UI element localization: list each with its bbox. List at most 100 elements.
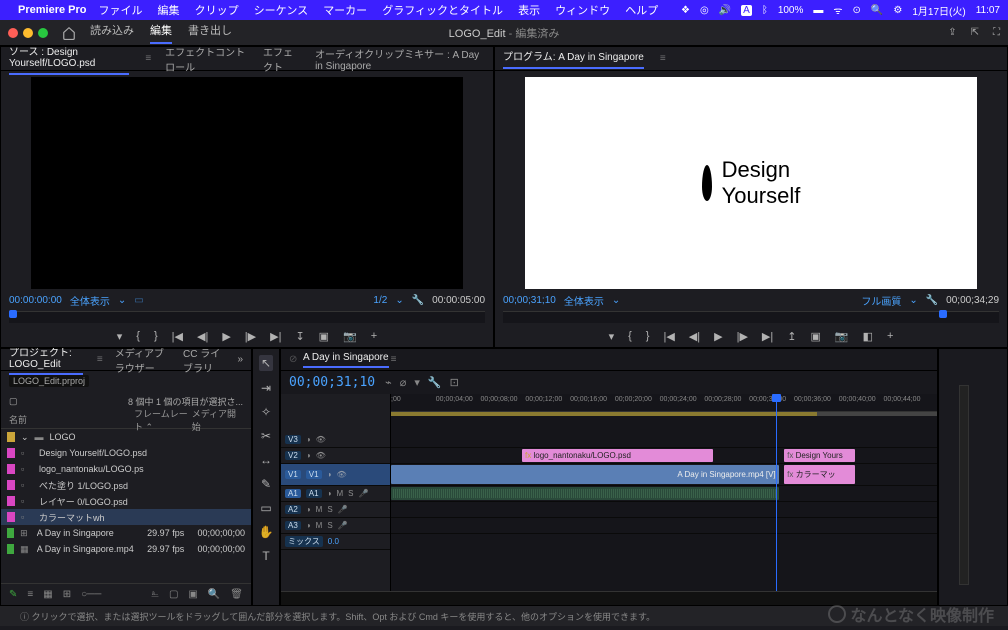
chevron-down-icon[interactable]: ⌄ [118,295,126,306]
playhead[interactable] [776,394,777,591]
pen-icon[interactable]: ✎ [9,589,17,600]
project-item[interactable]: ▫ カラーマットwh [1,509,251,525]
source-tc-in[interactable]: 00:00:00:00 [9,295,62,306]
workspace-export[interactable]: 書き出し [188,22,232,44]
track-v2[interactable]: V2◑👁 [281,448,390,464]
cc-icon[interactable]: ❖ [681,5,690,16]
time-ruler[interactable]: ;0000;00;04;0000;00;08;0000;00;12;0000;0… [391,394,937,412]
wrench-icon[interactable]: 🔧 [926,295,938,306]
track-a2[interactable]: A2◑MS🎤 [281,502,390,518]
lane-v3[interactable] [391,432,937,448]
chevron-down-icon[interactable]: ⌄ [395,295,403,306]
minimize-window[interactable] [23,28,33,38]
workspace-import[interactable]: 読み込み [90,22,134,44]
settings-icon[interactable]: 🔧 [428,376,442,389]
new-item-icon[interactable]: ▣ [188,589,197,600]
tab-media-browser[interactable]: メディアブラウザー [115,345,171,375]
tab-cc-libraries[interactable]: CC ライブラリ [183,345,225,375]
zoom-slider[interactable]: ○── [81,589,101,600]
cc-icon[interactable]: ⊡ [450,376,459,389]
toggle-output-icon[interactable]: ◑ [327,470,332,479]
play-icon[interactable]: ▶ [714,330,722,343]
track-a1[interactable]: A1A1◑MS🎤 [281,486,390,502]
goto-out-icon[interactable]: ▶| [762,330,773,343]
cc-sync-icon[interactable]: ◎ [700,5,709,16]
source-video[interactable] [31,77,463,289]
tab-audio-mixer[interactable]: オーディオクリップミキサー : A Day in Singapore [315,46,485,72]
lane-v2[interactable]: fx logo_nantonaku/LOGO.psd fx Design You… [391,448,937,464]
program-video[interactable]: Design Yourself [525,77,977,289]
step-fwd-icon[interactable]: |▶ [737,330,748,343]
mic-icon[interactable]: 🎤 [338,521,348,530]
close-window[interactable] [8,28,18,38]
step-back-icon[interactable]: ◀| [689,330,700,343]
work-area-bar[interactable] [391,412,937,416]
tab-menu-icon[interactable]: ≡ [97,354,103,365]
home-icon[interactable] [62,26,90,40]
track-v3[interactable]: V3◑👁 [281,432,390,448]
track-mix[interactable]: ミックス0.0 [281,534,390,550]
link-icon[interactable]: ⌀ [400,376,407,389]
tab-menu-icon[interactable]: ≡ [660,53,666,64]
marker-icon[interactable]: ▾ [609,330,615,343]
menu-marker[interactable]: マーカー [323,5,367,17]
type-tool-icon[interactable]: T [262,549,269,563]
clip-v1-matte[interactable]: fx カラーマッ [784,465,855,484]
project-item[interactable]: ▦ A Day in Singapore.mp4 29.97 fps 00;00… [1,541,251,557]
selection-tool-icon[interactable]: ↖ [259,355,273,371]
export-frame-icon[interactable]: 📷 [343,330,357,343]
goto-in-icon[interactable]: |◀ [172,330,183,343]
icon-view-icon[interactable]: ▦ [43,589,52,600]
search-icon[interactable]: 🔍 [871,5,883,16]
timeline-tracks[interactable]: ;0000;00;04;0000;00;08;0000;00;12;0000;0… [391,394,937,591]
tab-menu-icon[interactable]: ≡ [145,53,151,64]
extract-icon[interactable]: ▣ [810,330,820,343]
tab-sequence[interactable]: A Day in Singapore [303,352,389,368]
overwrite-icon[interactable]: ▣ [319,330,329,343]
input-icon[interactable]: A [741,5,752,16]
time[interactable]: 11:07 [976,5,1000,16]
source-res-dropdown[interactable]: 1/2 [373,295,387,306]
snap-icon[interactable]: ⌁ [385,376,392,389]
quick-export-icon[interactable]: ⇪ [948,27,956,38]
program-tc-in[interactable]: 00;00;31;10 [503,295,556,306]
volume-icon[interactable]: 🔊 [719,5,731,16]
mic-icon[interactable]: 🎤 [338,505,348,514]
lane-v1[interactable]: A Day in Singapore.mp4 [V] fx カラーマッ [391,464,937,486]
trash-icon[interactable]: 🗑 [230,589,243,600]
mic-icon[interactable]: 🎤 [358,489,368,498]
clip-v1-video[interactable]: A Day in Singapore.mp4 [V] [391,465,779,484]
source-patch[interactable]: V1 [285,470,301,479]
wifi-icon[interactable]: ᯤ [833,3,842,17]
step-back-icon[interactable]: ◀| [197,330,208,343]
project-item[interactable]: ▫ logo_nantonaku/LOGO.ps [1,461,251,477]
project-item[interactable]: ▫ Design Yourself/LOGO.psd [1,445,251,461]
bin-row[interactable]: ⌄ ▬ LOGO [1,429,251,445]
menu-view[interactable]: 表示 [518,5,540,17]
maximize-window[interactable] [38,28,48,38]
ripple-tool-icon[interactable]: ✧ [261,405,271,419]
workspace-edit[interactable]: 編集 [150,22,172,44]
overflow-icon[interactable]: » [237,354,243,365]
in-point-icon[interactable]: { [628,330,632,342]
clip-v2-design[interactable]: fx Design Yours [784,449,855,462]
pen-tool-icon[interactable]: ✎ [261,477,271,491]
sort-icon[interactable]: ⎁ [151,589,159,600]
razor-tool-icon[interactable]: ✂ [261,429,271,443]
more-icon[interactable]: + [887,330,893,342]
tab-source[interactable]: ソース : Design Yourself/LOGO.psd [9,43,129,75]
more-icon[interactable]: + [371,330,377,342]
menu-sequence[interactable]: シーケンス [254,5,308,17]
compare-icon[interactable]: ◧ [863,330,873,343]
out-point-icon[interactable]: } [646,330,650,342]
chevron-down-icon[interactable]: ⌄ [612,295,620,306]
goto-out-icon[interactable]: ▶| [270,330,281,343]
filter-icon[interactable]: ▢ [9,396,18,407]
menu-edit[interactable]: 編集 [158,5,180,17]
fullscreen-icon[interactable]: ⛶ [993,27,1000,38]
track-v1[interactable]: V1V1◑👁 [281,464,390,486]
source-patch[interactable]: A1 [285,489,301,498]
goto-in-icon[interactable]: |◀ [663,330,674,343]
wrench-icon[interactable]: 🔧 [412,295,424,306]
menu-help[interactable]: ヘルプ [625,5,658,17]
